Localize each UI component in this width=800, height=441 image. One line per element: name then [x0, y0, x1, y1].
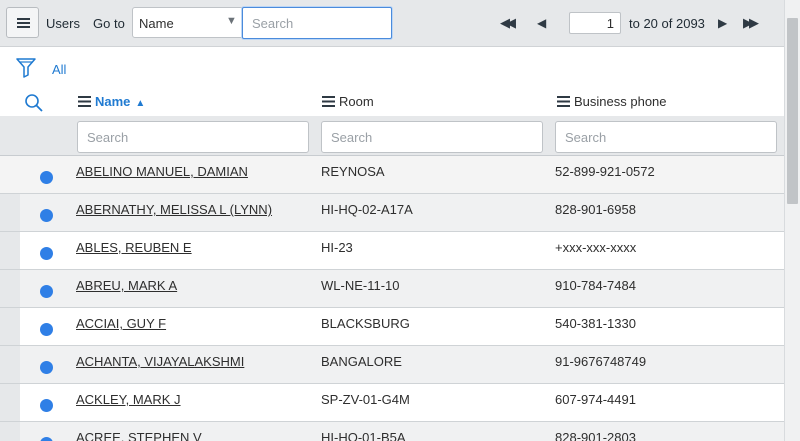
column-header-room[interactable]: Room — [322, 94, 374, 109]
table-row[interactable]: ACHANTA, VIJAYALAKSHMI BANGALORE 91-967674… — [0, 346, 784, 384]
user-table-body: ABELINO MANUEL, DAMIAN REYNOSA 52-899-921-… — [0, 156, 784, 441]
business-phone-cell: 91-9676748749 — [555, 354, 647, 369]
business-phone-cell: 828-901-6958 — [555, 202, 636, 217]
business-phone-cell: +xxx-xxx-xxxx — [555, 240, 637, 255]
list-toolbar: Users Go to Name ▼ ◀◀ ◀ to 20 of 2093 ▶ … — [0, 0, 800, 47]
user-name-link[interactable]: ACHANTA, VIJAYALAKSHMI — [76, 354, 244, 369]
column-header-business-phone[interactable]: Business phone — [557, 94, 667, 109]
list-menu-button[interactable] — [6, 7, 39, 38]
status-dot-icon — [40, 285, 53, 298]
room-cell: HI-HQ-01-B5A — [321, 430, 406, 441]
status-dot-icon — [40, 361, 53, 374]
status-dot-icon — [40, 209, 53, 222]
previous-page-icon[interactable]: ◀ — [537, 14, 551, 32]
business-phone-cell: 607-974-4491 — [555, 392, 636, 407]
status-dot-icon — [40, 323, 53, 336]
column-menu-icon[interactable] — [557, 96, 570, 107]
user-name-link[interactable]: ACREE, STEPHEN V — [76, 430, 202, 441]
page-range-text: to 20 of 2093 — [629, 16, 705, 31]
row-gutter — [0, 194, 20, 231]
user-list-page: Users Go to Name ▼ ◀◀ ◀ to 20 of 2093 ▶ … — [0, 0, 800, 441]
row-gutter — [0, 156, 20, 193]
table-row[interactable]: ACREE, STEPHEN V HI-HQ-01-B5A 828-901-2803 — [0, 422, 784, 441]
first-page-icon[interactable]: ◀◀ — [500, 14, 526, 32]
table-row[interactable]: ABREU, MARK A WL-NE-11-10 910-784-7484 — [0, 270, 784, 308]
business-phone-cell: 540-381-1330 — [555, 316, 636, 331]
status-dot-icon — [40, 247, 53, 260]
status-dot-icon — [40, 171, 53, 184]
row-gutter — [0, 384, 20, 421]
sort-ascending-icon: ▲ — [135, 98, 146, 109]
hamburger-icon — [17, 18, 30, 20]
user-name-link[interactable]: ABLES, REUBEN E — [76, 240, 192, 255]
status-dot-icon — [40, 437, 53, 441]
user-name-link[interactable]: ACCIAI, GUY F — [76, 316, 166, 331]
business-phone-search-input[interactable] — [555, 121, 777, 153]
user-name-link[interactable]: ABERNATHY, MELISSA L (LYNN) — [76, 202, 272, 217]
business-phone-cell: 52-899-921-0572 — [555, 164, 655, 179]
table-row[interactable]: ABERNATHY, MELISSA L (LYNN) HI-HQ-02-A17A… — [0, 194, 784, 232]
user-name-link[interactable]: ACKLEY, MARK J — [76, 392, 181, 407]
list-title: Users — [46, 16, 80, 31]
row-gutter — [0, 270, 20, 307]
table-row[interactable]: ABELINO MANUEL, DAMIAN REYNOSA 52-899-921-… — [0, 156, 784, 194]
business-phone-cell: 828-901-2803 — [555, 430, 636, 441]
next-page-icon[interactable]: ▶ — [718, 14, 732, 32]
column-menu-icon[interactable] — [78, 96, 91, 107]
user-name-link[interactable]: ABELINO MANUEL, DAMIAN — [76, 164, 248, 179]
table-row[interactable]: ACCIAI, GUY F BLACKSBURG 540-381-1330 — [0, 308, 784, 346]
room-cell: REYNOSA — [321, 164, 385, 179]
column-menu-icon[interactable] — [322, 96, 335, 107]
filter-bar: All — [0, 48, 784, 86]
row-gutter — [0, 232, 20, 269]
room-cell: HI-HQ-02-A17A — [321, 202, 413, 217]
search-icon[interactable] — [24, 93, 44, 113]
room-search-input[interactable] — [321, 121, 543, 153]
name-search-input[interactable] — [77, 121, 309, 153]
goto-search-input[interactable] — [242, 7, 392, 39]
row-gutter — [0, 308, 20, 345]
row-gutter — [0, 346, 20, 383]
column-header-name[interactable]: Name ▲ — [78, 94, 145, 109]
goto-field-value: Name — [139, 16, 174, 31]
room-cell: SP-ZV-01-G4M — [321, 392, 410, 407]
business-phone-cell: 910-784-7484 — [555, 278, 636, 293]
room-cell: HI-23 — [321, 240, 353, 255]
table-row[interactable]: ACKLEY, MARK J SP-ZV-01-G4M 607-974-4491 — [0, 384, 784, 422]
filter-icon[interactable] — [16, 57, 36, 79]
chevron-down-icon: ▼ — [226, 15, 237, 27]
column-header-row: Name ▲ Room Business phone — [0, 86, 784, 116]
status-dot-icon — [40, 399, 53, 412]
table-row[interactable]: ABLES, REUBEN E HI-23 +xxx-xxx-xxxx — [0, 232, 784, 270]
column-search-row — [0, 116, 784, 156]
room-cell: BLACKSBURG — [321, 316, 410, 331]
goto-label: Go to — [93, 16, 125, 31]
page-number-input[interactable] — [569, 12, 621, 34]
filter-breadcrumb-all[interactable]: All — [52, 62, 66, 77]
scrollbar-thumb[interactable] — [787, 18, 798, 204]
goto-field-select[interactable]: Name ▼ — [132, 7, 243, 38]
row-gutter — [0, 422, 20, 441]
room-cell: WL-NE-11-10 — [321, 278, 400, 293]
user-name-link[interactable]: ABREU, MARK A — [76, 278, 177, 293]
last-page-icon[interactable]: ▶▶ — [743, 14, 769, 32]
vertical-scrollbar[interactable] — [784, 0, 800, 441]
room-cell: BANGALORE — [321, 354, 402, 369]
